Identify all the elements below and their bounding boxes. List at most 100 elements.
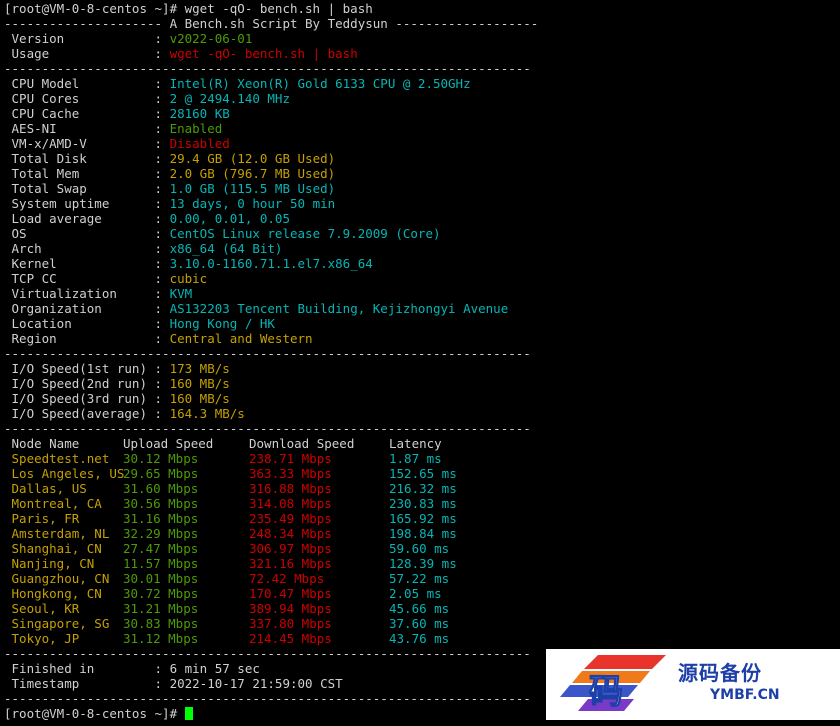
sysinfo-separator: : xyxy=(154,241,170,256)
speed-table-header: Node Name Upload Speed Download Speed Laten… xyxy=(4,436,838,451)
download-speed: 389.94 Mbps xyxy=(249,601,332,616)
sysinfo-separator: : xyxy=(154,331,170,346)
header-upload-speed: Upload Speed xyxy=(123,436,214,451)
speed-table-row: Nanjing, CN 11.57 Mbps 321.16 Mbps 128.39 m… xyxy=(4,556,838,571)
command-line: [root@VM-0-8-centos ~]# wget -qO- bench.… xyxy=(4,1,373,16)
speed-table-row: Los Angeles, US29.65 Mbps 363.33 Mbps 152.… xyxy=(4,466,838,481)
sysinfo-separator: : xyxy=(154,211,170,226)
io-speed-label: I/O Speed(2nd run) xyxy=(4,376,155,391)
speed-table-row: Dallas, US 31.60 Mbps 316.88 Mbps 216.32 ms xyxy=(4,481,838,496)
latency: 1.87 ms xyxy=(389,451,442,466)
footer-label: Finished in xyxy=(4,661,155,676)
io-speed-separator: : xyxy=(154,376,170,391)
header-label: Version xyxy=(4,31,155,46)
latency: 59.60 ms xyxy=(389,541,450,556)
logo-char: 码 xyxy=(589,672,623,712)
node-name: Tokyo, JP xyxy=(4,631,80,646)
sysinfo-section: CPU Model : Intel(R) Xeon(R) Gold 6133 C… xyxy=(4,76,838,346)
sysinfo-value: 28160 KB xyxy=(169,106,230,121)
sysinfo-label: Virtualization xyxy=(4,286,155,301)
download-speed: 316.88 Mbps xyxy=(249,481,332,496)
sysinfo-separator: : xyxy=(154,136,170,151)
latency: 57.22 ms xyxy=(389,571,450,586)
io-speed-row: I/O Speed(1st run) : 173 MB/s xyxy=(4,361,838,376)
sysinfo-label: Organization xyxy=(4,301,155,316)
node-name: Speedtest.net xyxy=(4,451,110,466)
download-speed: 235.49 Mbps xyxy=(249,511,332,526)
sysinfo-separator: : xyxy=(154,121,170,136)
latency: 45.66 ms xyxy=(389,601,450,616)
node-name: Hongkong, CN xyxy=(4,586,102,601)
sysinfo-row: Location : Hong Kong / HK xyxy=(4,316,838,331)
sysinfo-value: 1.0 GB (115.5 MB Used) xyxy=(169,181,336,196)
sysinfo-separator: : xyxy=(154,91,170,106)
sysinfo-separator: : xyxy=(154,181,170,196)
sysinfo-value: 2 @ 2494.140 MHz xyxy=(169,91,290,106)
node-name: Dallas, US xyxy=(4,481,87,496)
download-speed: 363.33 Mbps xyxy=(249,466,332,481)
io-speed-row: I/O Speed(3rd run) : 160 MB/s xyxy=(4,391,838,406)
sysinfo-separator: : xyxy=(154,256,170,271)
sysinfo-value: KVM xyxy=(169,286,193,301)
latency: 198.84 ms xyxy=(389,526,457,541)
sysinfo-separator: : xyxy=(154,76,170,91)
sysinfo-row: Total Mem : 2.0 GB (796.7 MB Used) xyxy=(4,166,838,181)
download-speed: 314.08 Mbps xyxy=(249,496,332,511)
upload-speed: 31.12 Mbps xyxy=(123,631,199,646)
sysinfo-row: Kernel : 3.10.0-1160.71.1.el7.x86_64 xyxy=(4,256,838,271)
header-label: Usage xyxy=(4,46,155,61)
download-speed: 214.45 Mbps xyxy=(249,631,332,646)
upload-speed: 31.60 Mbps xyxy=(123,481,199,496)
speed-table-body: Speedtest.net 30.12 Mbps 238.71 Mbps 1.87 m… xyxy=(4,451,838,646)
io-speed-separator: : xyxy=(154,361,170,376)
sysinfo-row: Virtualization : KVM xyxy=(4,286,838,301)
sysinfo-value: Disabled xyxy=(169,136,230,151)
final-prompt: [root@VM-0-8-centos ~]# xyxy=(4,706,185,721)
io-speed-label: I/O Speed(3rd run) xyxy=(4,391,155,406)
sysinfo-value: 0.00, 0.01, 0.05 xyxy=(169,211,290,226)
sysinfo-label: Total Swap xyxy=(4,181,155,196)
speed-table-row: Singapore, SG 30.83 Mbps 337.80 Mbps 37.60 … xyxy=(4,616,838,631)
header-latency: Latency xyxy=(389,436,442,451)
upload-speed: 11.57 Mbps xyxy=(123,556,199,571)
header-value: v2022-06-01 xyxy=(169,31,253,46)
node-name: Singapore, SG xyxy=(4,616,110,631)
upload-speed: 30.56 Mbps xyxy=(123,496,199,511)
sysinfo-label: CPU Model xyxy=(4,76,155,91)
footer-value: 6 min 57 sec xyxy=(169,661,260,676)
sysinfo-row: Load average : 0.00, 0.01, 0.05 xyxy=(4,211,838,226)
node-name: Nanjing, CN xyxy=(4,556,95,571)
io-speed-row: I/O Speed(average) : 164.3 MB/s xyxy=(4,406,838,421)
terminal-output[interactable]: [root@VM-0-8-centos ~]# wget -qO- bench.… xyxy=(4,1,838,721)
sysinfo-value: Intel(R) Xeon(R) Gold 6133 CPU @ 2.50GHz xyxy=(169,76,471,91)
node-name: Amsterdam, NL xyxy=(4,526,110,541)
sysinfo-value: AS132203 Tencent Building, Kejizhongyi A… xyxy=(169,301,509,316)
download-speed: 306.97 Mbps xyxy=(249,541,332,556)
latency: 43.76 ms xyxy=(389,631,450,646)
sysinfo-label: Kernel xyxy=(4,256,155,271)
sysinfo-value: 13 days, 0 hour 50 min xyxy=(169,196,336,211)
download-speed: 337.80 Mbps xyxy=(249,616,332,631)
io-speed-label: I/O Speed(1st run) xyxy=(4,361,155,376)
latency: 152.65 ms xyxy=(389,466,457,481)
header-section: Version : v2022-06-01 Usage : wget -qO- … xyxy=(4,31,838,61)
node-name: Seoul, KR xyxy=(4,601,80,616)
sysinfo-separator: : xyxy=(154,226,170,241)
sysinfo-row: CPU Model : Intel(R) Xeon(R) Gold 6133 C… xyxy=(4,76,838,91)
sysinfo-value: 29.4 GB (12.0 GB Used) xyxy=(169,151,336,166)
speed-table-row: Guangzhou, CN 30.01 Mbps 72.42 Mbps 57.22 m… xyxy=(4,571,838,586)
header-row: Version : v2022-06-01 xyxy=(4,31,838,46)
upload-speed: 31.21 Mbps xyxy=(123,601,199,616)
io-speed-separator: : xyxy=(154,391,170,406)
io-speed-separator: : xyxy=(154,406,170,421)
sysinfo-row: Region : Central and Western xyxy=(4,331,838,346)
sysinfo-separator: : xyxy=(154,316,170,331)
sysinfo-label: AES-NI xyxy=(4,121,155,136)
latency: 37.60 ms xyxy=(389,616,450,631)
speed-table-row: Speedtest.net 30.12 Mbps 238.71 Mbps 1.87 m… xyxy=(4,451,838,466)
header-node-name: Node Name xyxy=(4,436,80,451)
sysinfo-separator: : xyxy=(154,271,170,286)
upload-speed: 27.47 Mbps xyxy=(123,541,199,556)
sysinfo-label: Load average xyxy=(4,211,155,226)
node-name: Paris, FR xyxy=(4,511,80,526)
